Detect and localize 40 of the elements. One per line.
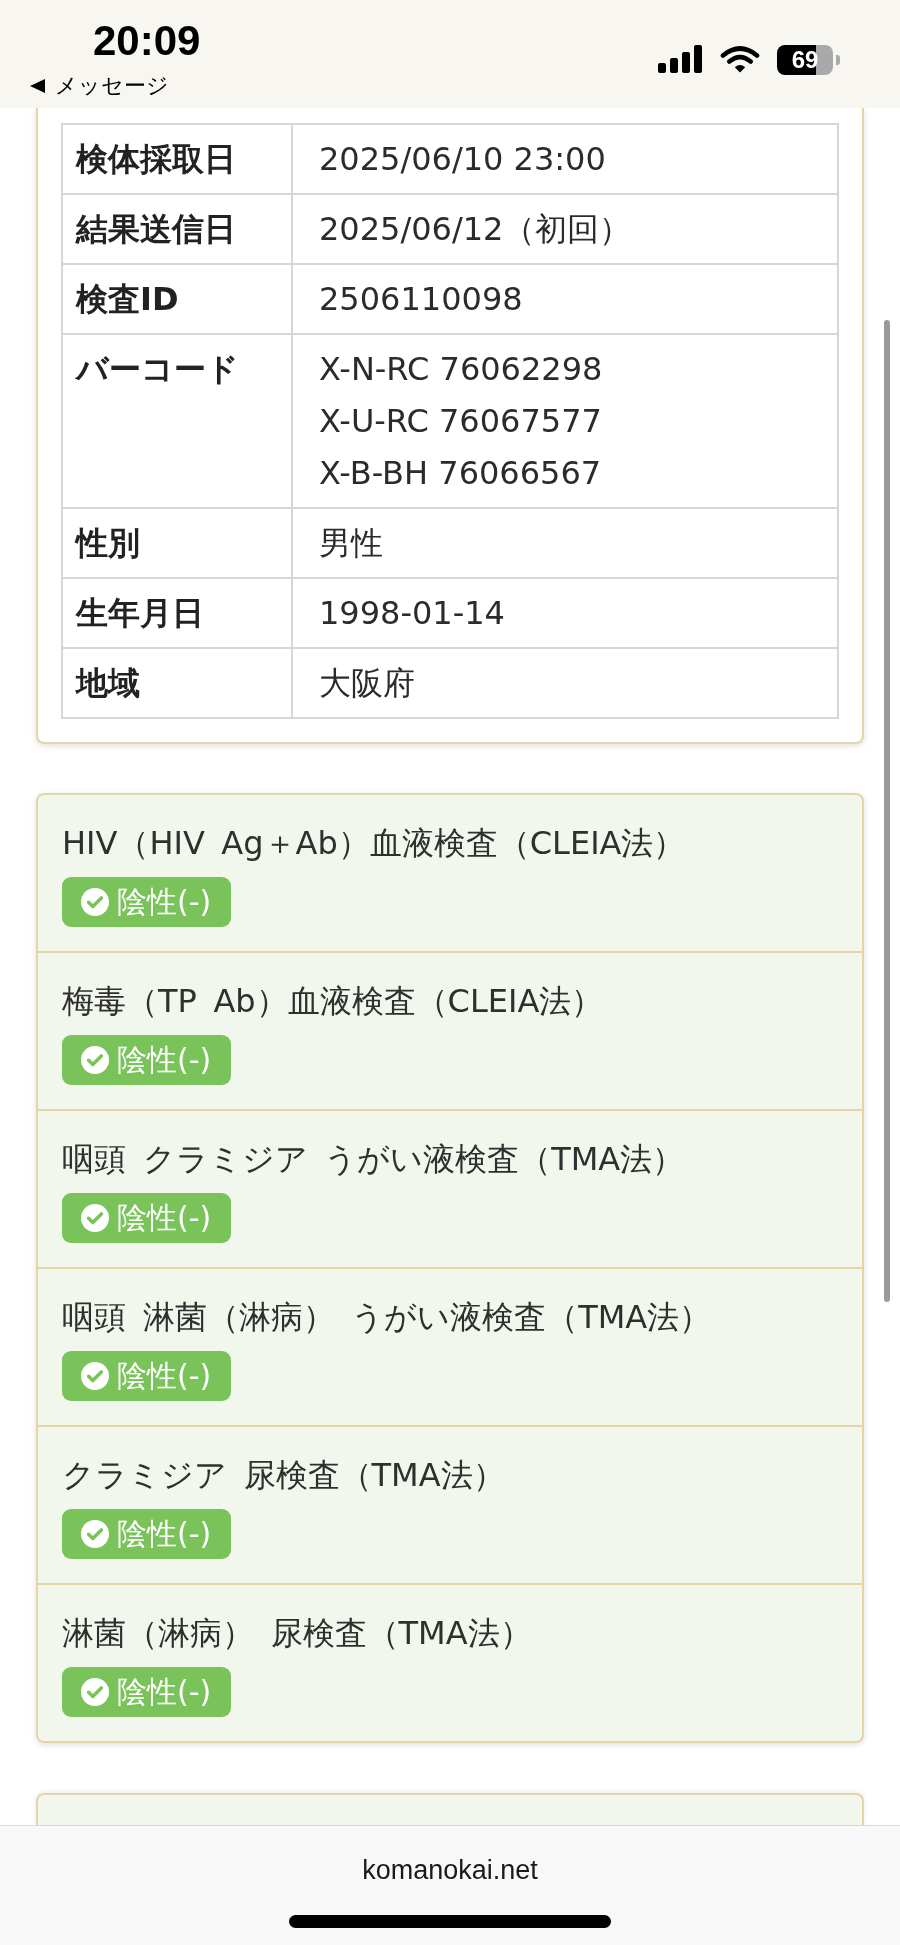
status-time: 20:09 xyxy=(93,20,201,62)
check-circle-icon xyxy=(81,1362,109,1390)
field-label: 検体採取日 xyxy=(76,139,237,180)
result-label: 陰性(-) xyxy=(117,1042,212,1078)
field-label: 検査ID xyxy=(76,279,180,320)
result-label: 陰性(-) xyxy=(117,884,212,920)
test-name: 咽頭 淋菌（淋病） うがい液検査（TMA法） xyxy=(62,1297,712,1338)
field-label: 地域 xyxy=(76,663,141,704)
result-label: 陰性(-) xyxy=(117,1358,212,1394)
check-circle-icon xyxy=(81,1678,109,1706)
field-value: X-N-RC 76062298 xyxy=(319,349,604,390)
test-name: 梅毒（TP Ab）血液検査（CLEIA法） xyxy=(62,981,604,1022)
test-name: クラミジア 尿検査（TMA法） xyxy=(62,1455,505,1496)
check-circle-icon xyxy=(81,1046,109,1074)
field-label: 生年月日 xyxy=(76,593,205,634)
wifi-icon xyxy=(720,45,760,73)
check-circle-icon xyxy=(81,1204,109,1232)
field-label: 性別 xyxy=(76,523,141,564)
back-link[interactable]: メッセージ xyxy=(30,74,169,98)
field-label: 結果送信日 xyxy=(76,209,237,250)
left-triangle-icon xyxy=(30,79,45,93)
field-value: 1998-01-14 xyxy=(319,593,506,634)
test-name: HIV（HIV Ag＋Ab）血液検査（CLEIA法） xyxy=(62,823,686,864)
check-circle-icon xyxy=(81,1520,109,1548)
field-value: 男性 xyxy=(319,523,384,564)
check-circle-icon xyxy=(81,888,109,916)
field-label: バーコード xyxy=(76,349,240,390)
result-label: 陰性(-) xyxy=(117,1674,212,1710)
field-value: X-U-RC 76067577 xyxy=(319,401,603,442)
result-label: 陰性(-) xyxy=(117,1516,212,1552)
field-value: 2506110098 xyxy=(319,279,524,320)
field-value: 大阪府 xyxy=(319,663,416,704)
test-name: 咽頭 クラミジア うがい液検査（TMA法） xyxy=(62,1139,685,1180)
signal-icon xyxy=(658,45,703,73)
field-value: X-B-BH 76066567 xyxy=(319,453,603,494)
url-text[interactable]: komanokai.net xyxy=(362,1854,538,1886)
field-value: 2025/06/12（初回） xyxy=(319,209,633,250)
field-value: 2025/06/10 23:00 xyxy=(319,139,607,180)
test-name: 淋菌（淋病） 尿検査（TMA法） xyxy=(62,1613,532,1654)
result-label: 陰性(-) xyxy=(117,1200,212,1236)
